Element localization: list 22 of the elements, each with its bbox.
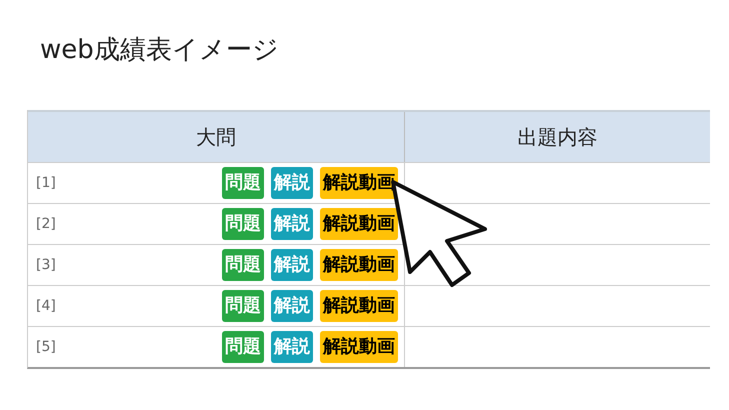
column-header: 出題内容 <box>516 124 598 151</box>
explanation-button[interactable]: 解説 <box>271 167 313 199</box>
question-button[interactable]: 問題 <box>222 208 264 240</box>
explanation-button[interactable]: 解説 <box>271 208 313 240</box>
question-button[interactable]: 問題 <box>222 249 264 281</box>
video-button[interactable]: 解説動画 <box>320 249 398 281</box>
question-button[interactable]: 問題 <box>222 167 264 199</box>
explanation-button[interactable]: 解説 <box>271 331 313 363</box>
video-button[interactable]: 解説動画 <box>320 208 398 240</box>
row-label: [3] <box>36 256 56 274</box>
video-button[interactable]: 解説動画 <box>320 331 398 363</box>
explanation-button[interactable]: 解説 <box>271 290 313 322</box>
row-label: [4] <box>36 296 56 316</box>
explanation-button[interactable]: 解説 <box>271 249 313 281</box>
question-button[interactable]: 問題 <box>222 331 264 363</box>
row-label: [2] <box>36 214 56 234</box>
column-header: 大問 <box>28 112 405 162</box>
video-button[interactable]: 解説動画 <box>320 290 398 322</box>
question-button[interactable]: 問題 <box>222 290 264 322</box>
page-title: web成績表イメージ <box>40 34 279 66</box>
row-label: [1] <box>36 174 56 192</box>
row-label: [5] <box>36 338 56 356</box>
